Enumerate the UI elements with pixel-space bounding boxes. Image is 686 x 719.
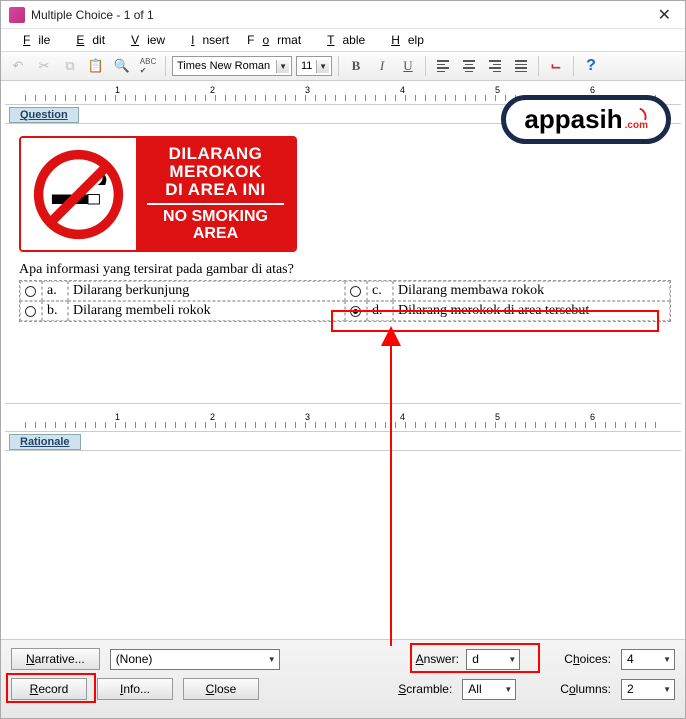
choice-a-radio[interactable] bbox=[20, 281, 42, 301]
app-icon bbox=[9, 7, 25, 23]
ruler-bottom: 1 2 3 4 5 6 bbox=[5, 410, 681, 432]
choice-b-radio[interactable] bbox=[20, 301, 42, 321]
no-smoking-sign: DILARANGMEROKOKDI AREA INI NO SMOKINGARE… bbox=[19, 136, 297, 252]
menu-bar: File Edit View Insert Format Table Help bbox=[1, 29, 685, 52]
menu-format[interactable]: Format bbox=[239, 31, 309, 49]
italic-button[interactable]: I bbox=[371, 55, 393, 77]
narrative-select[interactable]: (None) bbox=[110, 649, 280, 670]
tab-rationale[interactable]: Rationale bbox=[9, 434, 81, 450]
align-justify-icon[interactable] bbox=[510, 55, 532, 77]
choice-d-letter: d. bbox=[367, 301, 393, 321]
window-title: Multiple Choice - 1 of 1 bbox=[31, 8, 154, 22]
scramble-select[interactable]: All bbox=[462, 679, 516, 700]
choice-b-letter: b. bbox=[42, 301, 68, 321]
spellcheck-icon[interactable]: ABC✔ bbox=[137, 55, 159, 77]
copy-icon[interactable]: ⧉ bbox=[59, 55, 81, 77]
choice-d-radio[interactable] bbox=[345, 301, 367, 321]
question-editor[interactable]: DILARANGMEROKOKDI AREA INI NO SMOKINGARE… bbox=[5, 123, 681, 403]
choice-c-letter: c. bbox=[367, 281, 393, 301]
menu-view[interactable]: View bbox=[115, 31, 173, 49]
choice-a-text[interactable]: Dilarang berkunjung bbox=[68, 281, 345, 301]
choice-b-text[interactable]: Dilarang membeli rokok bbox=[68, 301, 345, 321]
choice-a-letter: a. bbox=[42, 281, 68, 301]
font-size-select[interactable]: 11 bbox=[296, 56, 332, 76]
close-icon[interactable]: ✕ bbox=[652, 3, 677, 27]
info-button[interactable]: Info... bbox=[97, 678, 173, 700]
tab-question[interactable]: Question bbox=[9, 107, 79, 123]
cut-icon[interactable]: ✂ bbox=[33, 55, 55, 77]
narrative-button[interactable]: Narrative... bbox=[11, 648, 100, 670]
question-prompt[interactable]: Apa informasi yang tersirat pada gambar … bbox=[19, 262, 671, 278]
search-icon[interactable]: 🔍 bbox=[111, 55, 133, 77]
answer-select[interactable]: d bbox=[466, 649, 520, 670]
choice-c-text[interactable]: Dilarang membawa rokok bbox=[393, 281, 670, 301]
paste-icon[interactable]: 📋 bbox=[85, 55, 107, 77]
align-right-icon[interactable] bbox=[484, 55, 506, 77]
toolbar: ↶ ✂ ⧉ 📋 🔍 ABC✔ Times New Roman 11 B I U … bbox=[1, 52, 685, 81]
rationale-editor[interactable] bbox=[5, 450, 681, 600]
menu-edit[interactable]: Edit bbox=[60, 31, 113, 49]
no-smoking-icon bbox=[31, 147, 126, 242]
menu-file[interactable]: File bbox=[7, 31, 58, 49]
record-button[interactable]: Record bbox=[11, 678, 87, 700]
choice-d-text[interactable]: Dilarang merokok di area tersebut bbox=[393, 301, 670, 321]
align-center-icon[interactable] bbox=[458, 55, 480, 77]
choice-c-radio[interactable] bbox=[345, 281, 367, 301]
text-color-icon[interactable]: ⌙ bbox=[545, 55, 567, 77]
bold-button[interactable]: B bbox=[345, 55, 367, 77]
choices-select[interactable]: 4 bbox=[621, 649, 675, 670]
appasih-badge: appasih.com bbox=[501, 95, 671, 144]
align-left-icon[interactable] bbox=[432, 55, 454, 77]
close-button[interactable]: Close bbox=[183, 678, 259, 700]
underline-button[interactable]: U bbox=[397, 55, 419, 77]
font-select[interactable]: Times New Roman bbox=[172, 56, 292, 76]
menu-help[interactable]: Help bbox=[375, 31, 432, 49]
menu-table[interactable]: Table bbox=[311, 31, 373, 49]
choices-table[interactable]: a. Dilarang berkunjung c. Dilarang memba… bbox=[19, 280, 671, 322]
columns-select[interactable]: 2 bbox=[621, 679, 675, 700]
help-icon[interactable]: ? bbox=[580, 55, 602, 77]
footer-panel: Narrative... (None) Answer: d Choices: 4… bbox=[1, 639, 685, 718]
menu-insert[interactable]: Insert bbox=[175, 31, 237, 49]
title-bar: Multiple Choice - 1 of 1 ✕ bbox=[1, 1, 685, 29]
undo-icon[interactable]: ↶ bbox=[7, 55, 29, 77]
